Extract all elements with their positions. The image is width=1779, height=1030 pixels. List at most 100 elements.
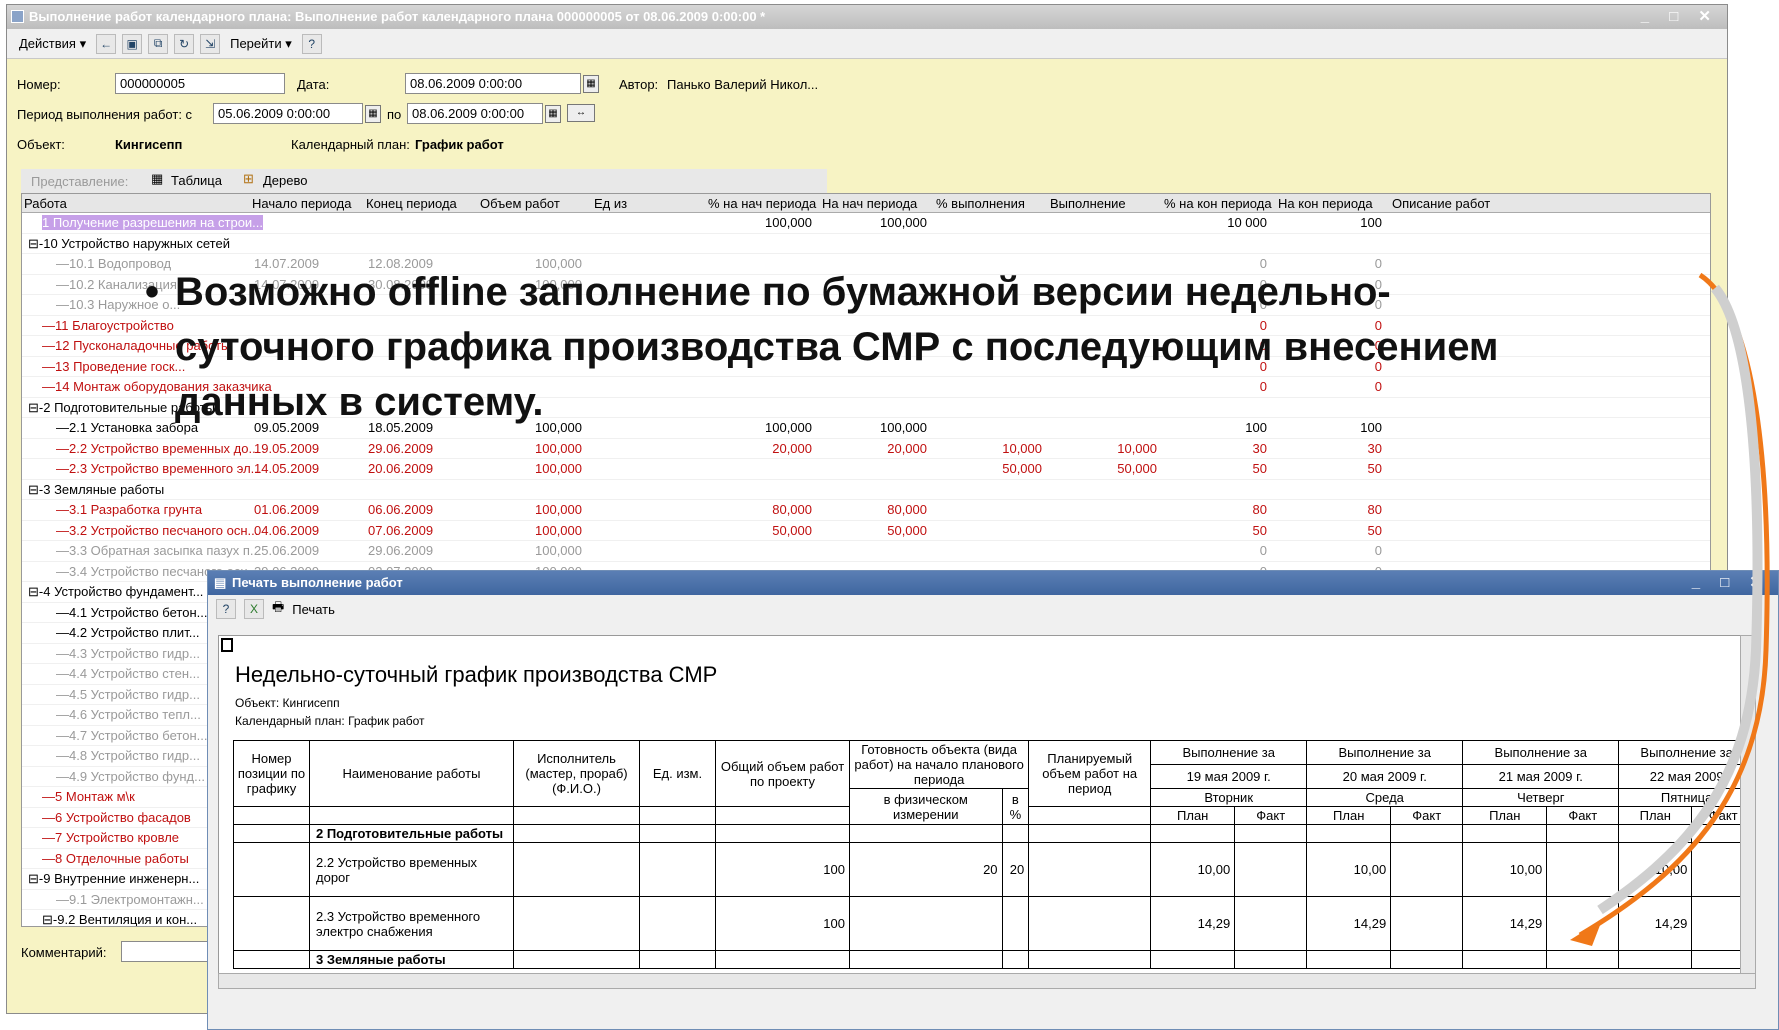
number-label: Номер: [17, 77, 61, 92]
window-title: Выполнение работ календарного плана: Вып… [29, 9, 766, 24]
grid-column-header[interactable]: % на нач периода [708, 196, 816, 211]
print-button[interactable]: Печать [292, 602, 335, 617]
view-tabs: Представление: ▦ Таблица ⊞ Дерево [21, 169, 827, 193]
help-icon[interactable]: ? [301, 33, 322, 54]
th-day1-date: 19 мая 2009 г. [1150, 764, 1308, 789]
period-from-field[interactable]: 05.06.2009 0:00:00 [213, 103, 363, 124]
grid-cell-value: 80,000 [887, 502, 927, 517]
grid-cell-value: 50 [1367, 522, 1382, 538]
grid-column-header[interactable]: Объем работ [480, 196, 560, 211]
row-plan-day2[interactable]: 14,29 [1306, 896, 1392, 951]
grid-cell-work: —4.9 Устройство фунд... [56, 768, 205, 784]
grid-row[interactable]: —3.2 Устройство песчаного осн... 04.06.20… [22, 521, 1710, 541]
grid-cell-date: 07.06.2009 [368, 522, 434, 538]
caption-line-3: данных в систему. [175, 380, 544, 424]
grid-column-header[interactable]: На нач периода [822, 196, 917, 211]
th-exec: Исполнитель (мастер, прораб) (Ф.И.О.) [513, 740, 640, 807]
grid-column-header[interactable]: Описание работ [1392, 196, 1490, 211]
period-select-icon[interactable]: ↔ [567, 104, 595, 122]
row-plan-day1[interactable]: 10,00 [1150, 842, 1236, 897]
row-plan-day3[interactable]: 10,00 [1462, 842, 1548, 897]
grid-cell-date: 25.06.2009 [254, 543, 320, 558]
th-plan: План [1306, 806, 1392, 825]
window-controls[interactable]: _ □ ✕ [1641, 5, 1719, 29]
th-unit: Ед. изм. [639, 740, 716, 807]
grid-column-header[interactable]: На кон периода [1278, 196, 1373, 211]
tab-table[interactable]: Таблица [171, 173, 222, 188]
grid-cell-value: 30 [1252, 440, 1267, 456]
grid-cell-value: 50,000 [887, 522, 927, 538]
grid-row[interactable]: —2.3 Устройство временного эл... 14.05.20… [22, 459, 1710, 480]
th-day2-date: 20 мая 2009 г. [1306, 764, 1464, 789]
period-to-field[interactable]: 08.06.2009 0:00:00 [407, 103, 543, 124]
grid-cell-value: 100,000 [535, 543, 582, 558]
copy-icon[interactable]: ⧉ [148, 33, 169, 54]
grid-cell-date: 06.06.2009 [368, 502, 434, 517]
cell-cursor [221, 638, 233, 652]
grid-cell-value: 100,000 [765, 215, 812, 230]
grid-column-header[interactable]: Конец периода [366, 196, 457, 211]
horizontal-scrollbar[interactable] [218, 973, 1756, 989]
grid-row[interactable]: ⊟-3 Земляные работы [22, 480, 1710, 500]
excel-icon[interactable]: X [244, 599, 264, 619]
grid-cell-work: —2.2 Устройство временных до... [56, 440, 260, 456]
grid-row[interactable]: 1 Получение разрешения на строи... 100,00… [22, 213, 1710, 234]
grid-cell-value: 100,000 [880, 215, 927, 230]
help-icon[interactable]: ? [216, 599, 236, 619]
grid-cell-value: 80 [1252, 502, 1267, 517]
grid-column-header[interactable]: % на кон периода [1164, 196, 1272, 211]
calendar-icon[interactable]: ▦ [365, 105, 381, 123]
grid-cell-work: ⊟-10 Устройство наружных сетей [28, 235, 230, 251]
arrow-shadow [1597, 284, 1763, 915]
grid-column-header[interactable]: Начало периода [252, 196, 351, 211]
grid-column-header[interactable]: Выполнение [1050, 196, 1126, 211]
grid-cell-value: 100,000 [535, 461, 582, 476]
row-ready-phys: 20 [849, 842, 1003, 897]
grid-column-header[interactable]: Работа [24, 196, 67, 211]
row-total: 100 [715, 896, 850, 951]
grid-column-header[interactable]: Ед из [594, 196, 627, 211]
export-icon[interactable]: ⇲ [200, 33, 221, 54]
arrow-annotation [1570, 272, 1770, 946]
grid-cell-date: 29.06.2009 [368, 440, 434, 456]
back-icon[interactable]: ← [96, 33, 117, 54]
overlay-caption: • Возможно offline заполнение по бумажно… [145, 265, 1675, 430]
grid-row[interactable]: ⊟-10 Устройство наружных сетей [22, 234, 1710, 254]
main-toolbar: Действия ▾ ← ▣ ⧉ ↻ ⇲ Перейти ▾ ? [7, 29, 1727, 59]
calendar-icon[interactable]: ▦ [583, 75, 599, 93]
row-plan-day1[interactable]: 14,29 [1150, 896, 1236, 951]
grid-cell-work: —4.1 Устройство бетон... [56, 604, 208, 620]
row-plan-day3[interactable]: 14,29 [1462, 896, 1548, 951]
grid-cell-work: —9.1 Электромонтажн... [56, 891, 204, 907]
post-icon[interactable]: ↻ [174, 33, 195, 54]
tab-tree[interactable]: Дерево [263, 173, 307, 188]
grid-row[interactable]: —3.1 Разработка грунта 01.06.2009 06.06.20… [22, 500, 1710, 521]
grid-row[interactable]: —2.2 Устройство временных до... 19.05.200… [22, 439, 1710, 459]
grid-cell-value: 0 [1374, 543, 1382, 558]
grid-cell-work: —10.3 Наружное о... [56, 297, 181, 312]
row-plan-day2[interactable]: 10,00 [1306, 842, 1392, 897]
th-planned: Планируемый объем работ на период [1028, 740, 1152, 807]
grid-row[interactable]: —3.3 Обратная засыпка пазух п... 25.06.20… [22, 541, 1710, 562]
grid-cell-value: 50,000 [772, 522, 812, 538]
grid-cell-work: ⊟-9 Внутренние инженерн... [28, 871, 200, 886]
printer-icon[interactable]: 🖶 [272, 598, 284, 620]
grid-cell-value: 100 [1360, 215, 1382, 230]
date-field[interactable]: 08.06.2009 0:00:00 [405, 73, 581, 94]
form-icon[interactable]: ▣ [122, 33, 143, 54]
arrow-head [1570, 920, 1602, 946]
number-field[interactable]: 000000005 [115, 73, 285, 94]
period-to-label: по [387, 107, 402, 122]
goto-menu[interactable]: Перейти ▾ [226, 36, 296, 52]
grid-cell-date: 14.05.2009 [254, 461, 320, 476]
view-label: Представление: [31, 174, 129, 189]
actions-menu[interactable]: Действия ▾ [15, 36, 90, 52]
grid-cell-value: 50 [1252, 461, 1267, 476]
grid-cell-work: —4.5 Устройство гидр... [56, 686, 200, 702]
grid-column-header[interactable]: % выполнения [936, 196, 1025, 211]
th-name: Наименование работы [309, 740, 514, 807]
grid-cell-work: —4.8 Устройство гидр... [56, 748, 200, 763]
grid-cell-work: —3.2 Устройство песчаного осн... [56, 522, 259, 538]
row-name: 2.3 Устройство временного электро снабже… [309, 896, 514, 951]
calendar-icon[interactable]: ▦ [545, 105, 561, 123]
